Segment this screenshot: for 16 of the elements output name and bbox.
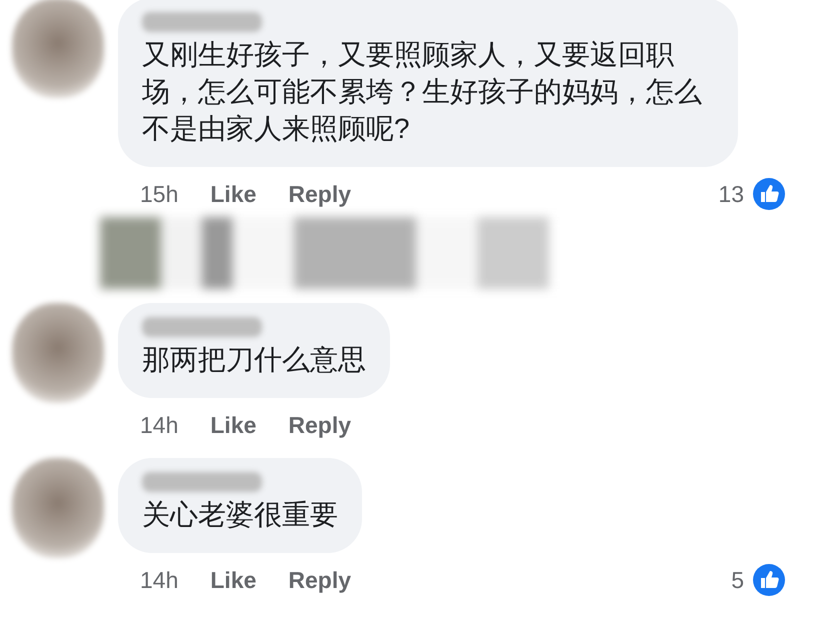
- comment-text: 关心老婆很重要: [142, 498, 338, 532]
- reply-link[interactable]: Reply: [288, 566, 352, 594]
- reply-link[interactable]: Reply: [288, 180, 352, 208]
- like-link[interactable]: Like: [210, 566, 256, 594]
- comment-time: 14h: [140, 412, 178, 438]
- like-link[interactable]: Like: [210, 412, 256, 438]
- like-link[interactable]: Like: [210, 180, 256, 208]
- like-icon: [752, 177, 786, 211]
- reply-link[interactable]: Reply: [288, 412, 352, 438]
- reaction-count: 5: [731, 566, 744, 594]
- like-icon: [752, 563, 786, 597]
- comment-text: 那两把刀什么意思: [142, 343, 366, 377]
- comment-time: 15h: [140, 180, 178, 208]
- comment-time: 14h: [140, 566, 178, 594]
- comment-text: 又刚生好孩子，又要照顾家人，又要返回职场，怎么可能不累垮？生好孩子的妈妈，怎么不是由家人来照顾呢?: [142, 38, 703, 146]
- reaction-count: 13: [718, 180, 744, 208]
